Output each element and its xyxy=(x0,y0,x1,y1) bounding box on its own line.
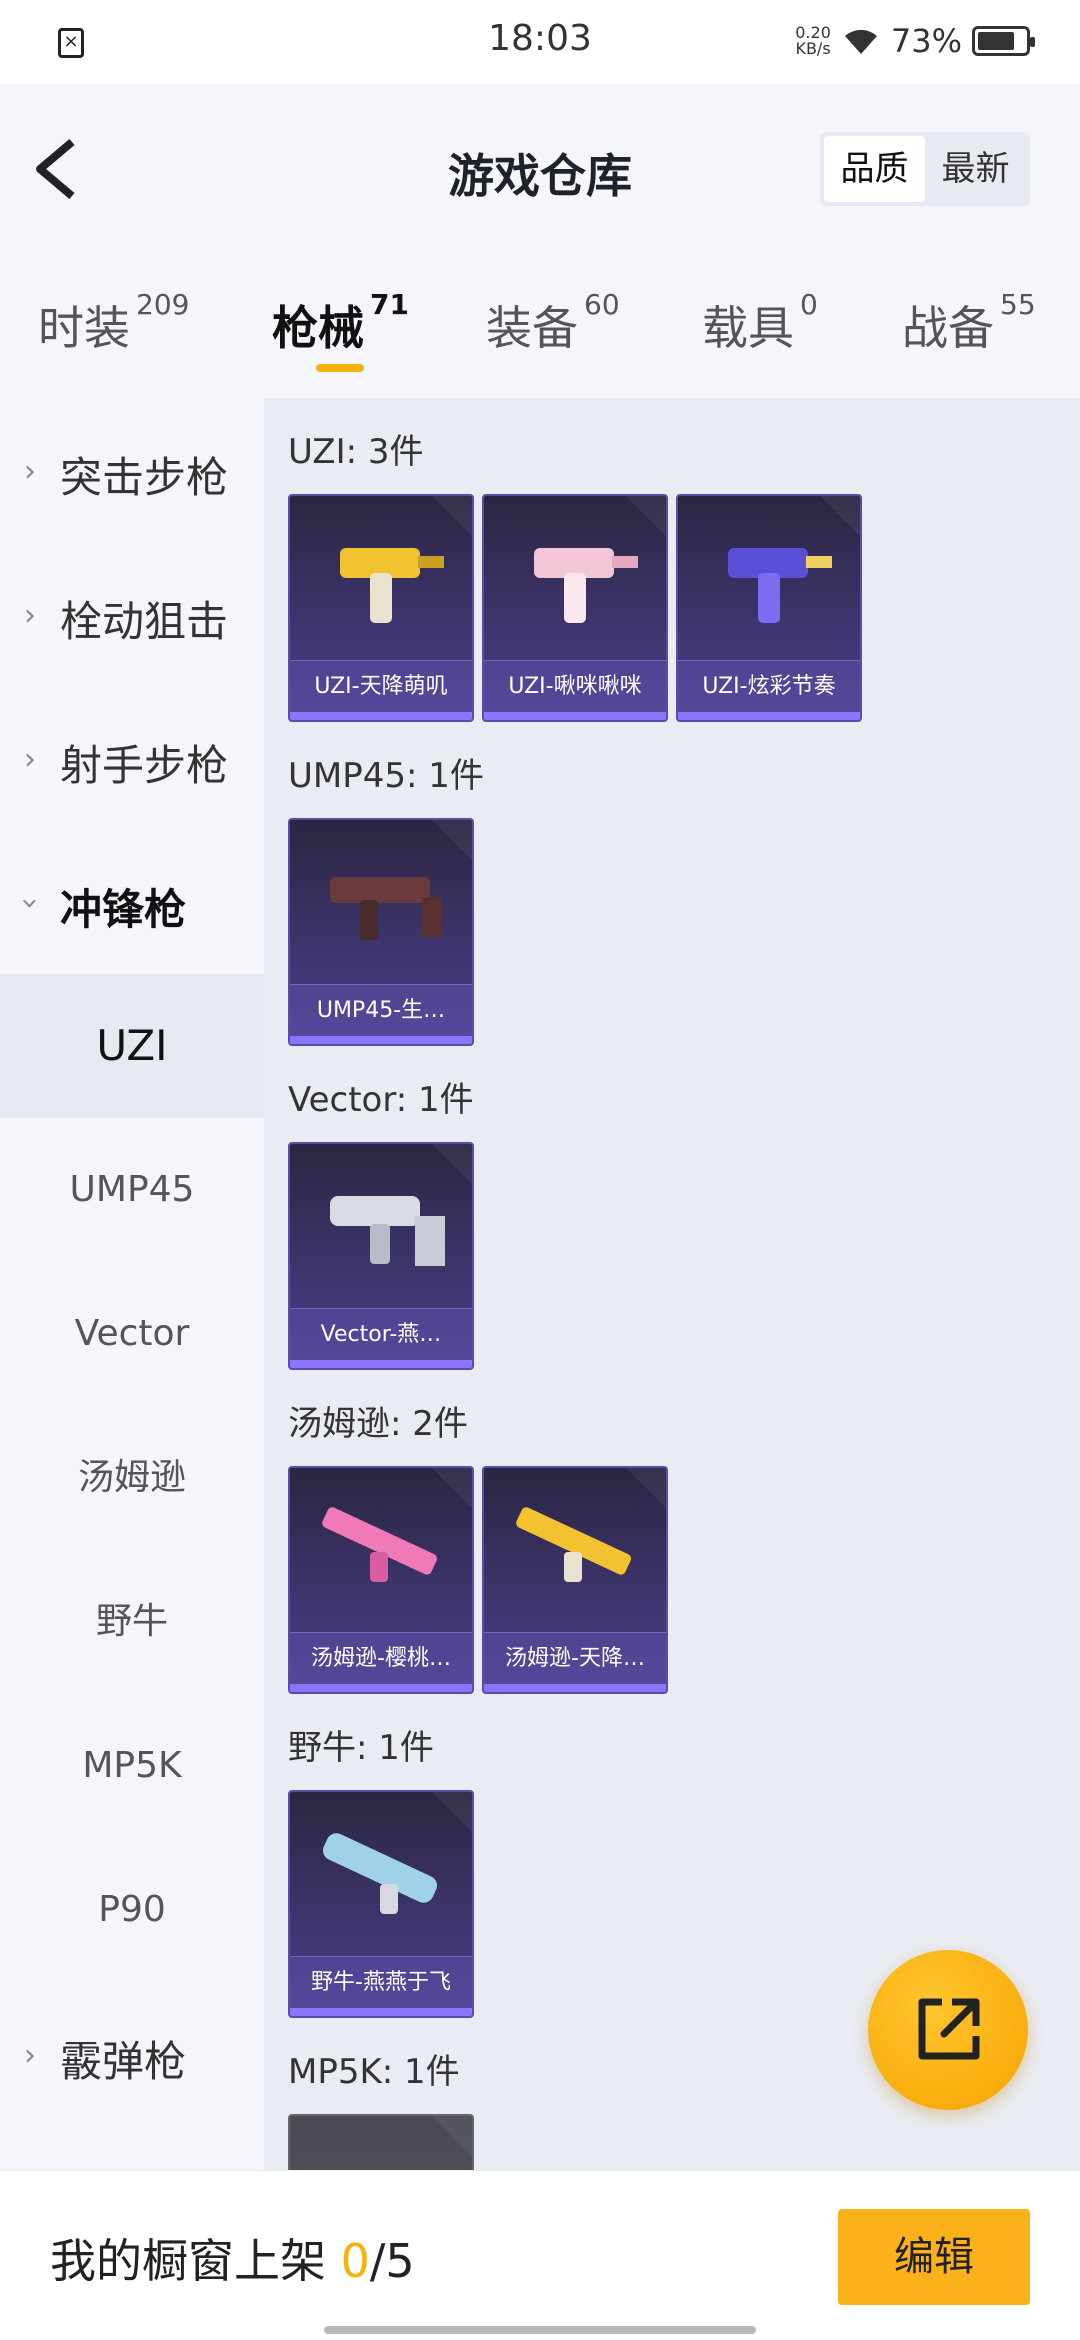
sidebar-group-label: 霰弹枪 xyxy=(60,2037,187,2086)
status-right: 0.20 KB/s 73% xyxy=(795,22,1035,60)
tab-equipment[interactable]: 装备 60 xyxy=(486,288,620,358)
section-title: 野牛: 1件 xyxy=(288,1728,434,1768)
tab-label: 装备 xyxy=(486,301,578,355)
battery-icon xyxy=(972,26,1035,56)
sidebar-group-assault-rifle[interactable]: › 突击步枪 xyxy=(0,398,264,542)
chevron-right-icon: › xyxy=(24,454,36,489)
tab-count: 209 xyxy=(136,288,190,321)
bottom-bar: 我的橱窗上架 0/5 编辑 xyxy=(0,2170,1080,2340)
weapon-name: 野牛-燕燕于飞 xyxy=(290,1956,472,2008)
network-speed-unit: KB/s xyxy=(795,39,831,58)
battery-percent: 73% xyxy=(890,22,962,60)
weapon-name: Vector-燕… xyxy=(290,1308,472,1360)
chevron-right-icon: › xyxy=(24,2038,36,2073)
tab-guns[interactable]: 枪械 71 xyxy=(272,288,409,358)
category-tabs: 时装 209 枪械 71 装备 60 载具 0 战备 55 xyxy=(0,254,1080,398)
showcase-count: 0 xyxy=(340,2234,370,2288)
sidebar-group-label: 射手步枪 xyxy=(60,741,229,790)
weapon-card[interactable] xyxy=(288,2114,474,2170)
tab-vehicles[interactable]: 载具 0 xyxy=(702,288,818,358)
header: 游戏仓库 品质 最新 xyxy=(0,84,1080,254)
sidebar-group-shotgun[interactable]: › 霰弹枪 xyxy=(0,1982,264,2126)
weapon-card[interactable]: UZI-天降萌叽 xyxy=(288,494,474,722)
sidebar-group-marksman-rifle[interactable]: › 射手步枪 xyxy=(0,686,264,830)
status-bar: × 18:03 0.20 KB/s 73% xyxy=(0,0,1080,84)
weapon-name: UMP45-生… xyxy=(290,984,472,1036)
network-speed: 0.20 KB/s xyxy=(795,25,831,57)
bizon-skin-image xyxy=(322,1833,438,1914)
tab-label: 战备 xyxy=(902,301,994,355)
section-title: UZI: 3件 xyxy=(288,432,424,472)
weapon-card[interactable]: UZI-炫彩节奏 xyxy=(676,494,862,722)
sidebar-item-mp5k[interactable]: MP5K xyxy=(0,1694,264,1838)
sort-latest-button[interactable]: 最新 xyxy=(925,136,1026,202)
tab-label: 枪械 xyxy=(272,301,364,355)
share-button[interactable] xyxy=(868,1950,1028,2110)
tab-label: 时装 xyxy=(38,301,130,355)
weapon-card[interactable]: 野牛-燕燕于飞 xyxy=(288,1790,474,2018)
section-title: Vector: 1件 xyxy=(288,1080,474,1120)
section-title: 汤姆逊: 2件 xyxy=(288,1404,468,1444)
weapon-name: 汤姆逊-天降… xyxy=(484,1632,666,1684)
uzi-pink-skin-image xyxy=(534,548,638,623)
sidebar-group-label: 栓动狙击 xyxy=(60,597,229,646)
sidebar-group-label: 突击步枪 xyxy=(60,453,229,502)
tab-count: 55 xyxy=(1000,288,1036,321)
sidebar-item-vector[interactable]: Vector xyxy=(0,1262,264,1406)
weapon-card[interactable]: 汤姆逊-樱桃… xyxy=(288,1466,474,1694)
showcase-status: 我的橱窗上架 0/5 xyxy=(50,2225,415,2291)
tab-label: 载具 xyxy=(702,301,794,355)
chevron-down-icon: › xyxy=(12,897,48,910)
ump45-skin-image xyxy=(330,877,442,940)
weapon-name: 汤姆逊-樱桃… xyxy=(290,1632,472,1684)
sidebar-item-p90[interactable]: P90 xyxy=(0,1838,264,1982)
weapon-name: UZI-啾咪啾咪 xyxy=(484,660,666,712)
weapon-card[interactable]: Vector-燕… xyxy=(288,1142,474,1370)
sidebar-group-label: 冲锋枪 xyxy=(60,885,187,934)
tab-count: 60 xyxy=(584,288,620,321)
sidebar-item-thompson[interactable]: 汤姆逊 xyxy=(0,1406,264,1550)
wifi-icon xyxy=(844,29,877,54)
weapon-card[interactable]: 汤姆逊-天降… xyxy=(482,1466,668,1694)
sidebar-item-bizon[interactable]: 野牛 xyxy=(0,1550,264,1694)
chevron-right-icon: › xyxy=(24,598,36,633)
thompson-gold-skin-image xyxy=(516,1507,631,1582)
weapon-name: UZI-天降萌叽 xyxy=(290,660,472,712)
sidebar-group-smg[interactable]: › 冲锋枪 xyxy=(0,830,264,974)
share-external-icon xyxy=(918,1998,980,2060)
home-indicator[interactable] xyxy=(324,2326,756,2334)
uzi-gold-skin-image xyxy=(340,548,444,623)
uzi-colorful-skin-image xyxy=(728,548,832,623)
showcase-label: 我的橱窗上架 xyxy=(50,2234,341,2288)
sort-toggle: 品质 最新 xyxy=(820,132,1030,206)
sidebar-item-ump45[interactable]: UMP45 xyxy=(0,1118,264,1262)
active-tab-indicator xyxy=(316,364,364,372)
chevron-right-icon: › xyxy=(24,742,36,777)
tab-count: 71 xyxy=(370,288,409,321)
weapon-name: UZI-炫彩节奏 xyxy=(678,660,860,712)
sidebar-item-uzi[interactable]: UZI xyxy=(0,974,264,1118)
tab-count: 0 xyxy=(800,288,818,321)
weapon-card[interactable]: UZI-啾咪啾咪 xyxy=(482,494,668,722)
section-title: MP5K: 1件 xyxy=(288,2052,460,2092)
edit-button[interactable]: 编辑 xyxy=(838,2209,1030,2305)
thompson-pink-skin-image xyxy=(322,1507,437,1582)
weapon-card[interactable]: UMP45-生… xyxy=(288,818,474,1046)
tab-battle-prep[interactable]: 战备 55 xyxy=(902,288,1036,358)
tab-fashion[interactable]: 时装 209 xyxy=(38,288,189,358)
section-title: UMP45: 1件 xyxy=(288,756,484,796)
sidebar-group-bolt-sniper[interactable]: › 栓动狙击 xyxy=(0,542,264,686)
showcase-total: /5 xyxy=(369,2234,415,2288)
sort-quality-button[interactable]: 品质 xyxy=(824,136,925,202)
vector-skin-image xyxy=(330,1196,445,1266)
sidebar: › 突击步枪 › 栓动狙击 › 射手步枪 › 冲锋枪 UZI UMP45 Vec… xyxy=(0,398,264,2170)
item-grid: UZI: 3件 UZI-天降萌叽 UZI-啾咪啾咪 UZI-炫彩节奏 UMP45… xyxy=(264,398,1080,2170)
